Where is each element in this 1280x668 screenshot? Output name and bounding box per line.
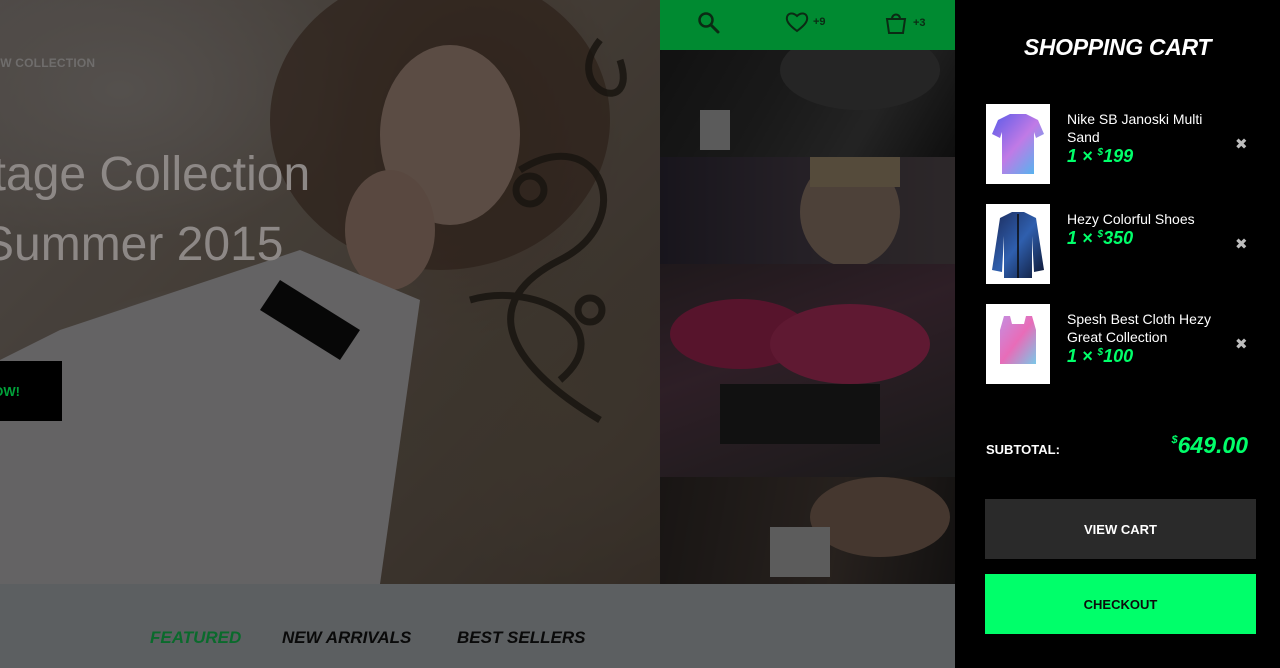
- cart-count: +3: [913, 17, 926, 29]
- shopping-bag-icon: [885, 13, 907, 34]
- tshirt-galaxy-image: [992, 114, 1044, 174]
- jacket-image: [992, 212, 1044, 278]
- cart-item-qty: 1 ×: [1067, 146, 1093, 166]
- cart-item-price: 1 × $350: [1067, 228, 1133, 249]
- tab-new-arrivals[interactable]: NEW ARRIVALS: [282, 628, 411, 648]
- hero-overlay: [0, 0, 660, 584]
- cart-item: Nike SB Janoski Multi Sand 1 × $199 ✖: [986, 104, 1256, 184]
- cart-item-qty: 1 ×: [1067, 228, 1093, 248]
- cart-item: Hezy Colorful Shoes 1 × $350 ✖: [986, 204, 1256, 284]
- remove-item-button[interactable]: ✖: [1235, 237, 1248, 252]
- category-thumb-1[interactable]: [660, 50, 955, 157]
- cart-button[interactable]: +3: [883, 11, 926, 35]
- heart-icon: [785, 12, 809, 33]
- remove-item-button[interactable]: ✖: [1235, 337, 1248, 352]
- cart-item-name[interactable]: Hezy Colorful Shoes: [1067, 210, 1227, 228]
- shopping-cart-panel: SHOPPING CART Nike SB Janoski Multi Sand…: [955, 0, 1280, 668]
- thumb-shade: [660, 477, 955, 584]
- thumb-shade: [660, 157, 955, 264]
- top-action-bar: +9 +3: [660, 0, 955, 50]
- category-thumb-3[interactable]: [660, 264, 955, 477]
- hero-eyebrow: EW COLLECTION: [0, 56, 96, 70]
- subtotal-value: $649.00: [1172, 432, 1248, 459]
- product-thumbnail[interactable]: [986, 104, 1050, 184]
- hero-banner: EW COLLECTION itage Collection Summer 20…: [0, 0, 660, 584]
- cart-title: SHOPPING CART: [1023, 34, 1212, 60]
- search-button[interactable]: [697, 11, 721, 35]
- subtotal-amount: 649.00: [1177, 432, 1248, 458]
- cart-item-amount: 100: [1103, 346, 1134, 366]
- tab-featured[interactable]: FEATURED: [150, 628, 241, 648]
- thumb-shade: [660, 264, 955, 477]
- product-thumbnail[interactable]: [986, 204, 1050, 284]
- shop-now-button[interactable]: OW!: [0, 361, 62, 421]
- product-tabs: FEATURED NEW ARRIVALS BEST SELLERS: [0, 584, 955, 668]
- cart-item-amount: 350: [1103, 228, 1134, 248]
- category-thumb-4[interactable]: [660, 477, 955, 584]
- category-column: +9 +3: [660, 0, 955, 584]
- hero-title-line-1: itage Collection: [0, 148, 311, 201]
- thumb-shade: [660, 50, 955, 157]
- crop-top-image: [1000, 316, 1036, 364]
- remove-item-button[interactable]: ✖: [1235, 137, 1248, 152]
- cart-item-amount: 199: [1103, 146, 1134, 166]
- tab-best-sellers[interactable]: BEST SELLERS: [457, 628, 585, 648]
- hero-title-line-2: Summer 2015: [0, 218, 284, 271]
- category-thumb-2[interactable]: [660, 157, 955, 264]
- wishlist-button[interactable]: +9: [785, 11, 826, 33]
- search-icon: [698, 12, 720, 34]
- cart-item-qty: 1 ×: [1067, 346, 1093, 366]
- view-cart-button[interactable]: VIEW CART: [985, 499, 1256, 559]
- hero-title: itage Collection Summer 2015: [0, 140, 310, 280]
- cart-item-name[interactable]: Nike SB Janoski Multi Sand: [1067, 110, 1227, 146]
- product-thumbnail[interactable]: [986, 304, 1050, 384]
- checkout-button[interactable]: CHECKOUT: [985, 574, 1256, 634]
- cart-item-price: 1 × $199: [1067, 146, 1133, 167]
- cart-item: Spesh Best Cloth Hezy Great Collection 1…: [986, 304, 1256, 384]
- cart-item-name[interactable]: Spesh Best Cloth Hezy Great Collection: [1067, 310, 1227, 346]
- wishlist-count: +9: [813, 16, 826, 28]
- subtotal-label: SUBTOTAL:: [986, 442, 1060, 457]
- cart-item-price: 1 × $100: [1067, 346, 1133, 367]
